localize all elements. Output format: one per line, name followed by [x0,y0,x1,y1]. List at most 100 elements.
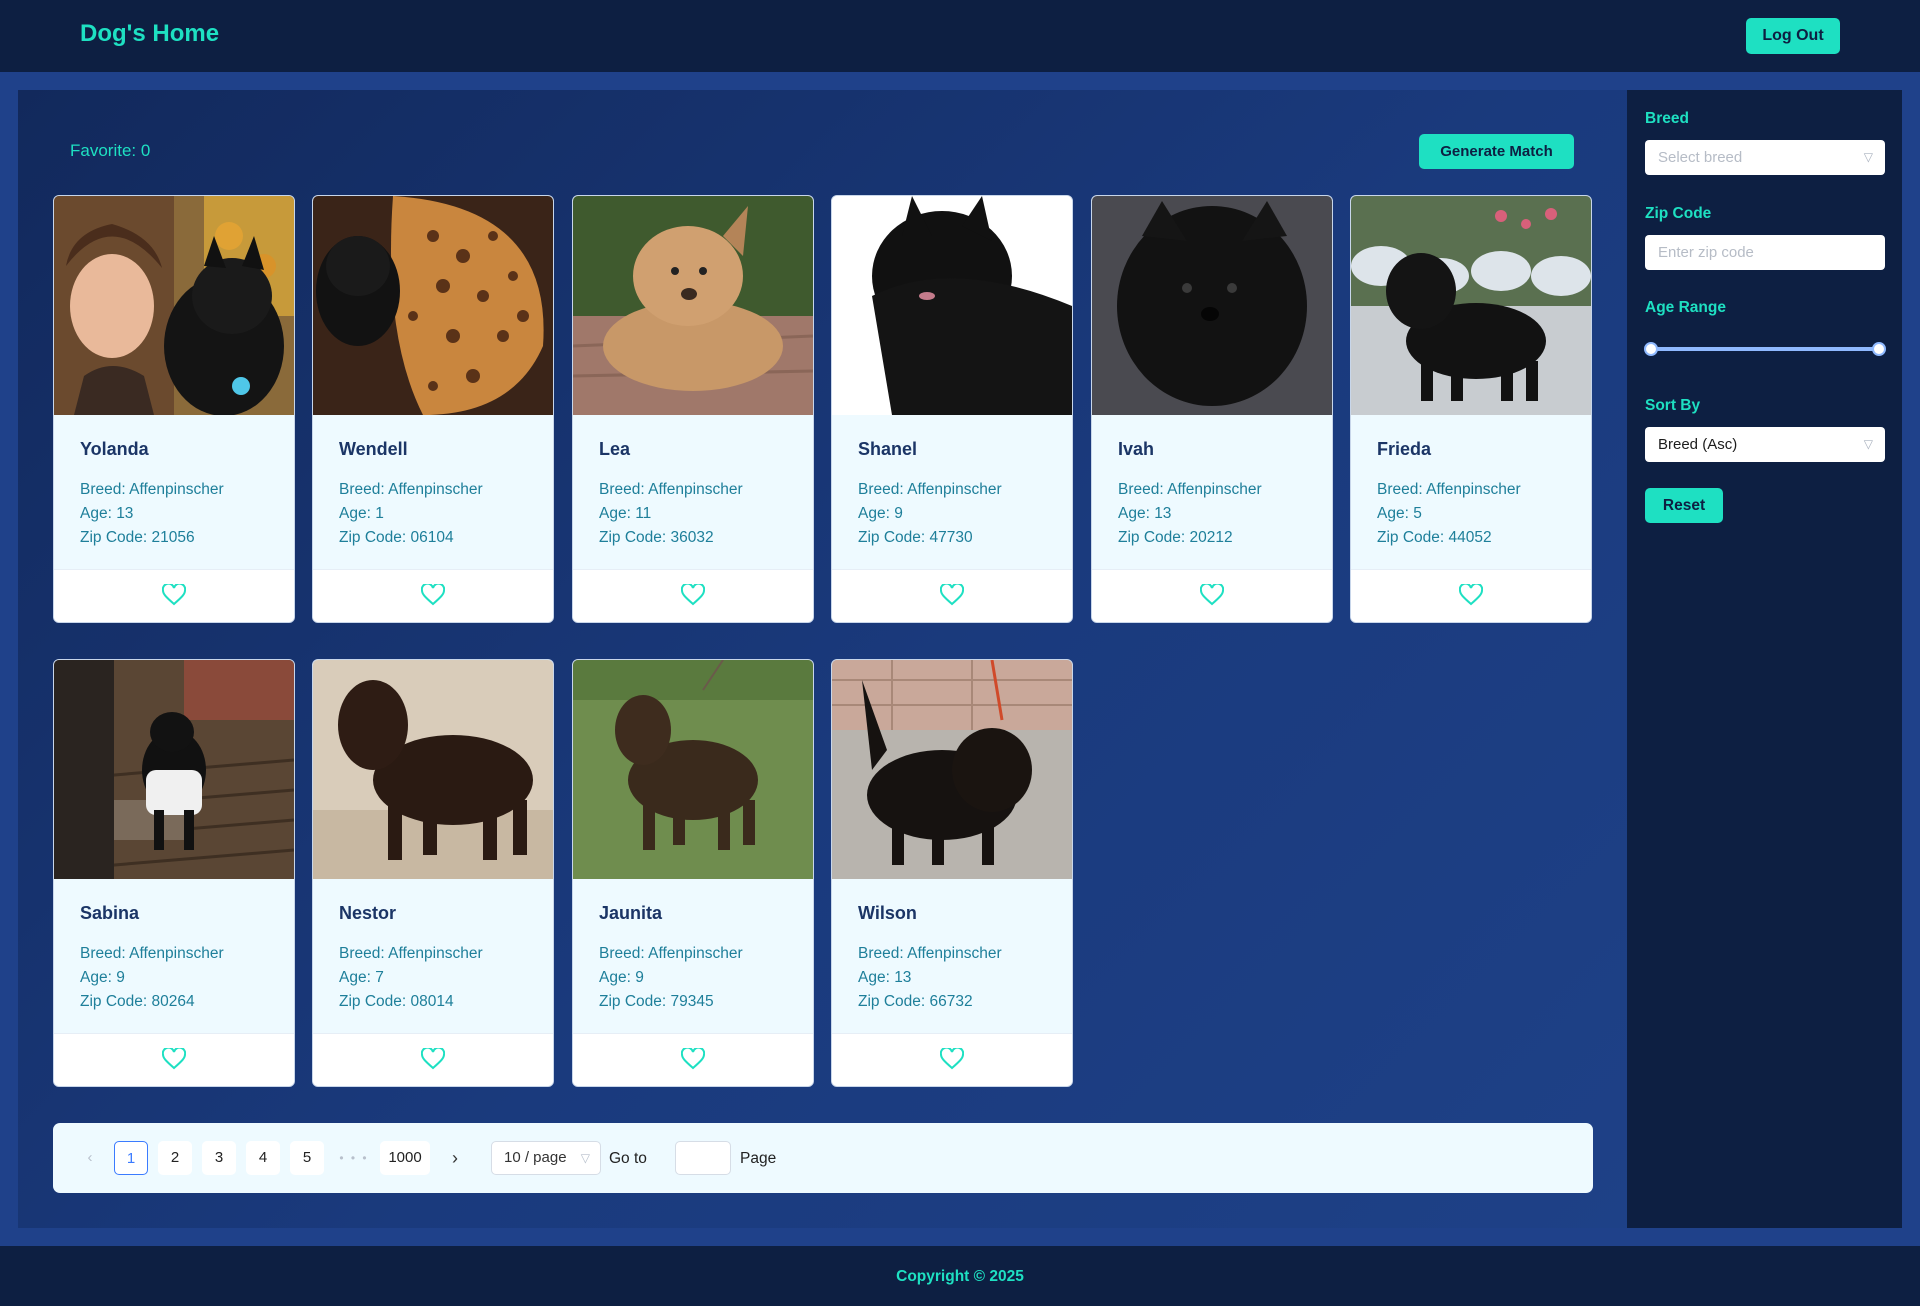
heart-icon[interactable] [1200,584,1224,606]
reset-button[interactable]: Reset [1645,488,1723,523]
age-max-handle[interactable] [1872,342,1886,356]
sort-by-label: Sort By [1645,397,1701,414]
breed-select[interactable]: Select breed ▽ [1645,140,1885,175]
zip-code-input[interactable]: Enter zip code [1645,235,1885,270]
dog-zip: Zip Code: 36032 [599,529,714,546]
dog-on-leopard-bed-photo [313,196,553,415]
chevron-down-icon: ▽ [1863,150,1873,164]
next-page-icon[interactable]: › [438,1141,472,1175]
card-actions [313,1033,553,1086]
dog-card[interactable]: Wendell Breed: Affenpinscher Age: 1 Zip … [312,195,554,623]
dog-zip: Zip Code: 47730 [858,529,973,546]
zip-code-label: Zip Code [1645,205,1712,222]
dog-on-sidewalk-photo [832,660,1072,879]
card-actions [832,1033,1072,1086]
dog-zip: Zip Code: 20212 [1118,529,1233,546]
black-dog-white-bg-photo [832,196,1072,415]
page-size-select[interactable]: 10 / page ▽ [491,1141,601,1175]
dog-card[interactable]: Jaunita Breed: Affenpinscher Age: 9 Zip … [572,659,814,1087]
page-3-button[interactable]: 3 [202,1141,236,1175]
page-1-button[interactable]: 1 [114,1141,148,1175]
pagination-ellipsis[interactable]: • • • [334,1141,374,1175]
dog-name: Wendell [339,439,408,459]
dog-card[interactable]: Nestor Breed: Affenpinscher Age: 7 Zip C… [312,659,554,1087]
chevron-down-icon: ▽ [1863,437,1873,451]
dog-photo [573,660,813,879]
breed-placeholder: Select breed [1658,149,1743,166]
dog-zip: Zip Code: 80264 [80,993,195,1010]
dog-card[interactable]: Ivah Breed: Affenpinscher Age: 13 Zip Co… [1091,195,1333,623]
sort-by-select[interactable]: Breed (Asc) ▽ [1645,427,1885,462]
top-header: Dog's Home Log Out [0,0,1920,72]
dog-breed: Breed: Affenpinscher [599,945,743,962]
dog-info: Jaunita Breed: Affenpinscher Age: 9 Zip … [573,879,813,1033]
black-dog-closeup-photo [1092,196,1332,415]
dog-age: Age: 11 [599,505,652,522]
dog-age: Age: 1 [339,505,384,522]
dog-photo [1092,196,1332,415]
dog-info: Wilson Breed: Affenpinscher Age: 13 Zip … [832,879,1072,1033]
dog-name: Frieda [1377,439,1432,459]
age-range-slider[interactable] [1651,347,1879,351]
card-actions [1351,569,1591,622]
heart-icon[interactable] [1459,584,1483,606]
dog-photo [54,660,294,879]
dog-age: Age: 13 [858,969,912,986]
dog-card[interactable]: Lea Breed: Affenpinscher Age: 11 Zip Cod… [572,195,814,623]
heart-icon[interactable] [421,1048,445,1070]
dog-photo [832,660,1072,879]
heart-icon[interactable] [681,1048,705,1070]
goto-page-input[interactable] [675,1141,731,1175]
dog-breed: Breed: Affenpinscher [80,481,224,498]
dog-breed: Breed: Affenpinscher [1118,481,1262,498]
page-label: Page [740,1150,777,1167]
dog-name: Sabina [80,903,140,923]
dog-info: Lea Breed: Affenpinscher Age: 11 Zip Cod… [573,415,813,569]
dog-zip: Zip Code: 79345 [599,993,714,1010]
card-actions [573,1033,813,1086]
dog-card[interactable]: Frieda Breed: Affenpinscher Age: 5 Zip C… [1350,195,1592,623]
card-actions [54,569,294,622]
heart-icon[interactable] [421,584,445,606]
heart-icon[interactable] [162,1048,186,1070]
dog-name: Ivah [1118,439,1155,459]
age-min-handle[interactable] [1644,342,1658,356]
dog-name: Yolanda [80,439,149,459]
dog-card[interactable]: Shanel Breed: Affenpinscher Age: 9 Zip C… [831,195,1073,623]
dog-photo [832,196,1072,415]
brown-dog-standing-photo [313,660,553,879]
dog-breed: Breed: Affenpinscher [1377,481,1521,498]
dog-name: Shanel [858,439,918,459]
dog-photo [1351,196,1591,415]
dog-age: Age: 9 [858,505,903,522]
dog-card[interactable]: Sabina Breed: Affenpinscher Age: 9 Zip C… [53,659,295,1087]
dog-zip: Zip Code: 66732 [858,993,973,1010]
logout-button[interactable]: Log Out [1746,18,1840,54]
page-5-button[interactable]: 5 [290,1141,324,1175]
page-last-button[interactable]: 1000 [380,1141,430,1175]
site-logo[interactable]: Dog's Home [80,20,219,48]
dog-photo [313,196,553,415]
dog-card[interactable]: Wilson Breed: Affenpinscher Age: 13 Zip … [831,659,1073,1087]
dog-age: Age: 9 [599,969,644,986]
sort-by-value: Breed (Asc) [1658,436,1738,453]
heart-icon[interactable] [162,584,186,606]
prev-page-icon[interactable]: ‹ [73,1141,107,1175]
copyright-text: Copyright © 2025 [896,1268,1024,1285]
heart-icon[interactable] [940,1048,964,1070]
dog-card[interactable]: Yolanda Breed: Affenpinscher Age: 13 Zip… [53,195,295,623]
heart-icon[interactable] [940,584,964,606]
heart-icon[interactable] [681,584,705,606]
dog-breed: Breed: Affenpinscher [858,945,1002,962]
card-actions [313,569,553,622]
dog-info: Ivah Breed: Affenpinscher Age: 13 Zip Co… [1092,415,1332,569]
dog-with-woman-photo [54,196,294,415]
dog-card-grid: Yolanda Breed: Affenpinscher Age: 13 Zip… [18,90,1627,1090]
dog-breed: Breed: Affenpinscher [80,945,224,962]
dog-info: Frieda Breed: Affenpinscher Age: 5 Zip C… [1351,415,1591,569]
dog-age: Age: 5 [1377,505,1422,522]
filter-sidebar: Breed Select breed ▽ Zip Code Enter zip … [1627,90,1902,1228]
page-2-button[interactable]: 2 [158,1141,192,1175]
tan-dog-lying-photo [573,196,813,415]
page-4-button[interactable]: 4 [246,1141,280,1175]
